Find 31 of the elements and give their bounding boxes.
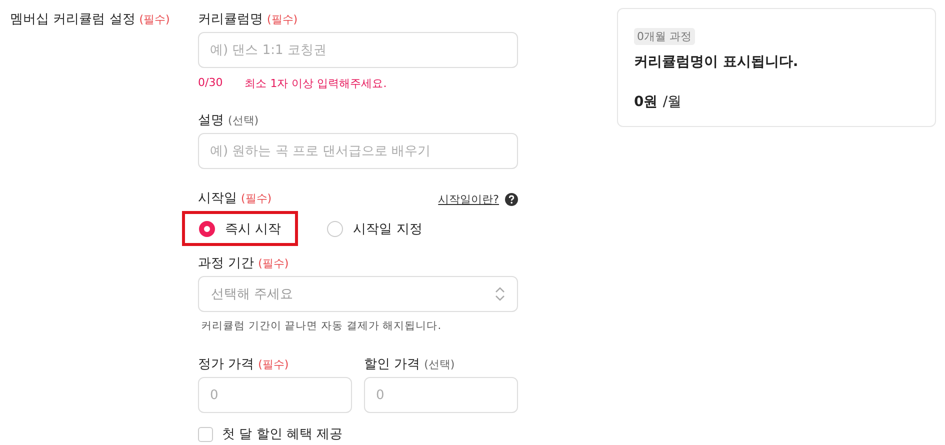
field-label: 설명 [198,112,224,129]
error-message: 최소 1자 이상 입력해주세요. [244,76,387,91]
field-label: 정가 가격 [198,356,254,373]
field-label: 할인 가격 [364,356,420,373]
section-label: 멤버십 커리큘럼 설정 [10,11,136,28]
field-tag: (필수) [258,357,289,372]
field-label: 시작일 [198,190,237,207]
radio-option[interactable]: 즉시 시작 [182,211,298,246]
field-tag: (필수) [241,191,272,206]
hint-text: 커리큘럼 기간이 끝나면 자동 결제가 해지됩니다. [201,319,442,333]
price-field[interactable]: 0 [198,377,352,413]
price-unit: /월 [662,94,682,110]
field-tag: (필수) [139,12,170,27]
field-tag: (필수) [267,12,298,27]
input-field[interactable]: 예) 댄스 1:1 코칭권 [198,32,518,68]
field-tag: (선택) [424,357,455,372]
field-tag: (선택) [228,113,259,128]
preview-title: 커리큘럼명이 표시됩니다. [634,53,800,71]
chevron-icon [495,286,505,302]
field-label: 커리큘럼명 [198,11,263,28]
duration-badge: 0개월 과정 [634,28,694,45]
field-label: 과정 기간 [198,255,254,272]
help-link[interactable]: 시작일이란? [438,192,499,206]
input-field[interactable]: 예) 원하는 곡 프로 댄서급으로 배우기 [198,133,518,169]
character-counter: 0/30 [198,76,223,91]
preview-price: 0원 [634,94,658,110]
help-icon[interactable] [505,192,518,206]
checkbox-option[interactable]: 첫 달 할인 혜택 제공 [198,425,343,443]
radio-option[interactable]: 시작일 지정 [310,211,440,246]
price-field[interactable]: 0 [364,377,518,413]
field-tag: (필수) [258,256,289,271]
